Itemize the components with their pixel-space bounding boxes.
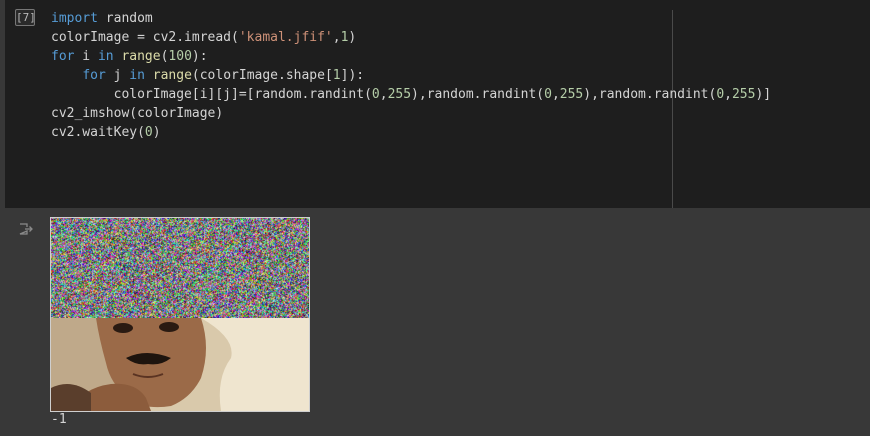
code-text[interactable]: import random colorImage = cv2.imread('k… bbox=[51, 9, 771, 142]
code-line: for i in range(100): bbox=[51, 49, 208, 64]
output-redirect-icon[interactable] bbox=[18, 221, 34, 237]
random-noise-region bbox=[51, 218, 309, 318]
code-line: cv2_imshow(colorImage) bbox=[51, 106, 224, 121]
output-area: -1 bbox=[0, 208, 870, 436]
code-line: import random bbox=[51, 11, 153, 26]
code-line: colorImage = cv2.imread('kamal.jfif',1) bbox=[51, 30, 357, 45]
code-cell[interactable]: [7] import random colorImage = cv2.imrea… bbox=[0, 0, 870, 208]
code-line: for j in range(colorImage.shape[1]): bbox=[82, 68, 365, 83]
output-image bbox=[50, 217, 310, 412]
portrait-photo bbox=[51, 318, 309, 411]
code-line: colorImage[i][j]=[random.randint(0,255),… bbox=[51, 87, 772, 102]
execution-count[interactable]: [7] bbox=[15, 9, 36, 26]
output-text: -1 bbox=[51, 412, 67, 427]
code-line: cv2.waitKey(0) bbox=[51, 125, 161, 140]
